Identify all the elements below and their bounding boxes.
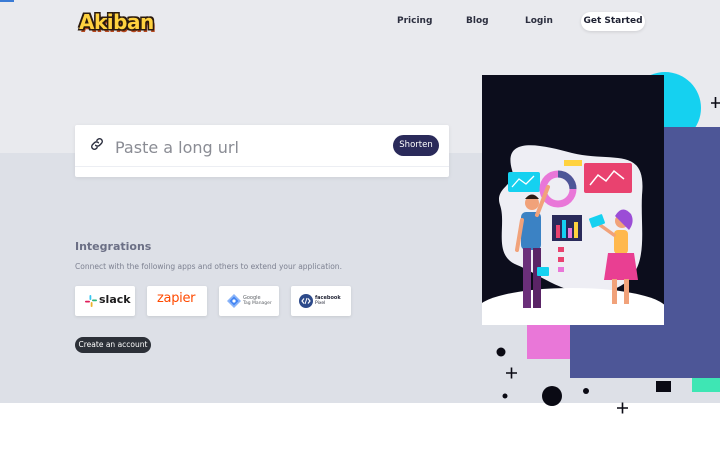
integration-zapier[interactable]: zapier — [147, 286, 207, 316]
corner-accent — [0, 0, 14, 2]
hero-illustration — [482, 75, 664, 325]
integrations-heading: Integrations — [75, 240, 152, 253]
integration-facebook-pixel[interactable]: facebook Pixel — [291, 286, 351, 316]
url-card-divider — [75, 166, 449, 167]
facebook-pixel-icon — [299, 294, 313, 308]
get-started-button[interactable]: Get Started — [581, 12, 645, 31]
facebook-pixel-subtitle: Pixel — [315, 301, 326, 306]
integration-slack[interactable]: slack — [75, 286, 135, 316]
zapier-wordmark: zapier — [157, 291, 196, 306]
nav-link-blog[interactable]: Blog — [466, 16, 489, 26]
integrations-description: Connect with the following apps and othe… — [75, 262, 342, 271]
nav-link-login[interactable]: Login — [525, 16, 553, 26]
slack-logo-icon — [85, 295, 97, 307]
link-icon — [91, 138, 103, 150]
brand-logo-text: Akiban — [79, 10, 154, 34]
shorten-button[interactable]: Shorten — [393, 135, 439, 156]
url-shortener-card: Shorten — [75, 125, 449, 177]
brand-logo[interactable]: Akiban — [79, 8, 154, 38]
integration-google-tag-manager[interactable]: Google Tag Manager — [219, 286, 279, 316]
create-account-button[interactable]: Create an account — [75, 337, 151, 353]
page-background-bottom — [0, 403, 720, 450]
nav-link-pricing[interactable]: Pricing — [397, 16, 432, 26]
slack-wordmark: slack — [99, 293, 131, 306]
google-tag-manager-icon — [227, 294, 241, 308]
gtm-subtitle: Tag Manager — [243, 301, 272, 306]
url-input[interactable] — [113, 133, 387, 161]
